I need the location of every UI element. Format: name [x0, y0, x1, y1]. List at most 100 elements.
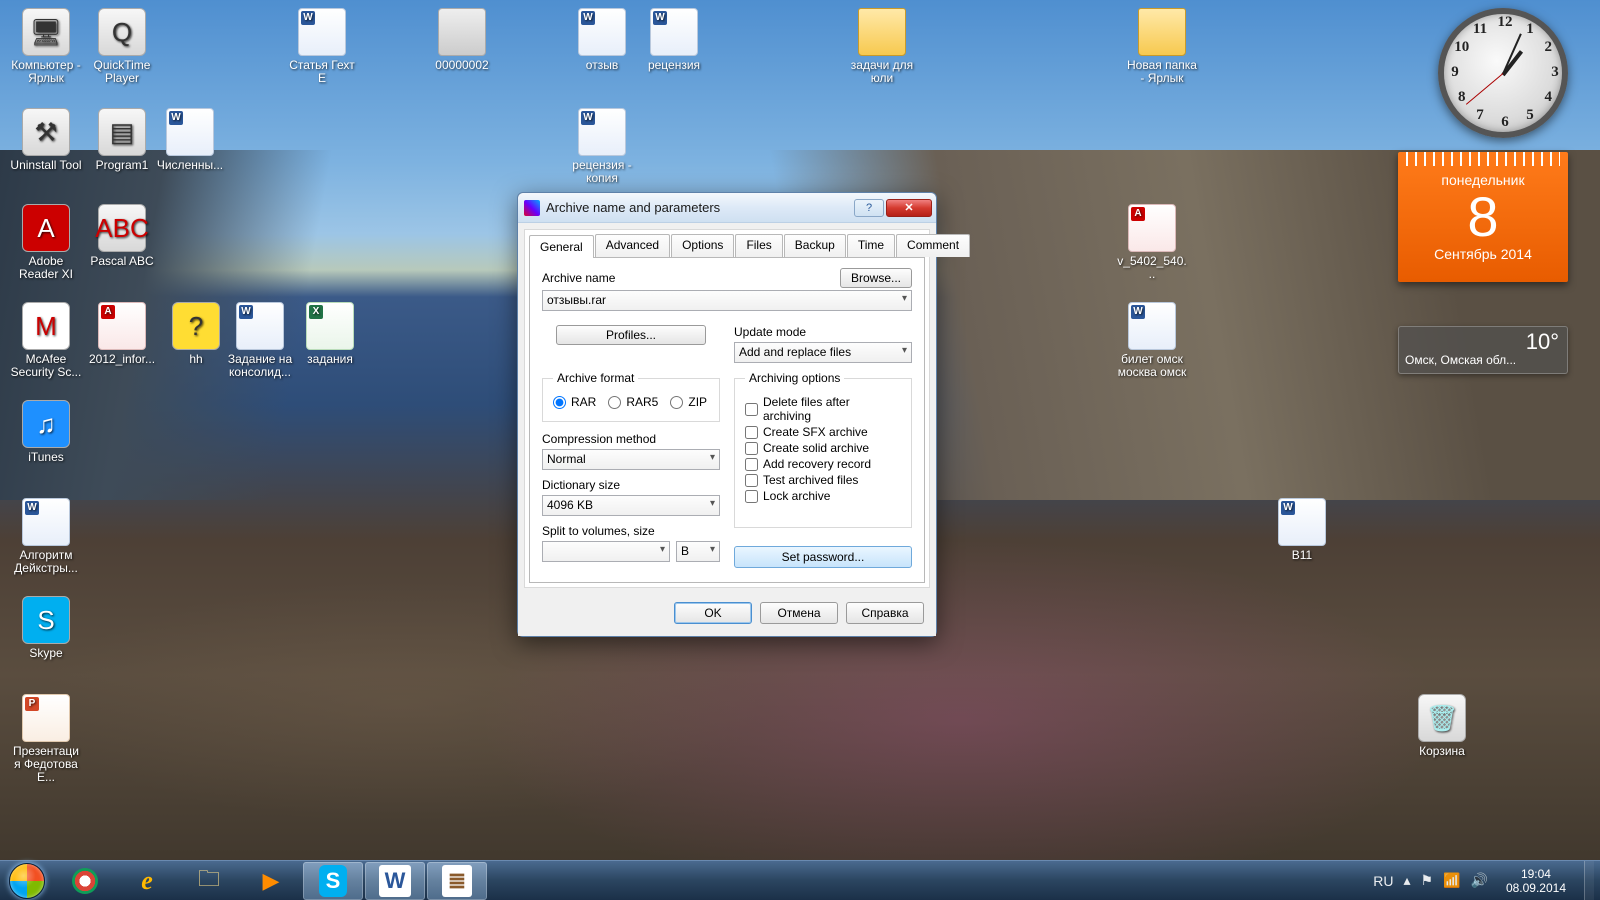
- icon-label: билет омск москва омск: [1114, 352, 1190, 380]
- wmp-icon: ▶: [263, 868, 280, 894]
- app-icon: ⚒: [22, 108, 70, 156]
- format-radio-zip[interactable]: ZIP: [670, 395, 707, 409]
- tray-clock[interactable]: 19:04 08.09.2014: [1498, 867, 1574, 895]
- show-desktop-button[interactable]: [1584, 861, 1594, 900]
- taskbar-wmp[interactable]: ▶: [241, 862, 301, 900]
- icon-label: Adobe Reader XI: [8, 254, 84, 282]
- desktop-icon[interactable]: ABCPascal ABC: [84, 204, 160, 269]
- clock-gadget[interactable]: 121234567891011: [1438, 8, 1568, 138]
- tab-advanced[interactable]: Advanced: [595, 234, 670, 257]
- tab-files[interactable]: Files: [735, 234, 782, 257]
- format-radio-rar[interactable]: RAR: [553, 395, 596, 409]
- help-button[interactable]: ?: [854, 199, 884, 217]
- tab-time[interactable]: Time: [847, 234, 895, 257]
- folder-icon: [858, 8, 906, 56]
- taskbar-winrar[interactable]: ≣: [427, 862, 487, 900]
- desktop-icon[interactable]: задачи для юли: [844, 8, 920, 86]
- format-radio-rar5[interactable]: RAR5: [608, 395, 658, 409]
- start-button[interactable]: [0, 861, 54, 900]
- option-checkbox[interactable]: Add recovery record: [745, 457, 901, 471]
- split-label: Split to volumes, size: [542, 524, 720, 538]
- compression-select[interactable]: Normal: [542, 449, 720, 470]
- desktop-icon[interactable]: отзыв: [564, 8, 640, 73]
- desktop-icon[interactable]: 🖥Компьютер - Ярлык: [8, 8, 84, 86]
- desktop-icon[interactable]: AAdobe Reader XI: [8, 204, 84, 282]
- close-button[interactable]: ✕: [886, 199, 932, 217]
- windows-orb-icon: [9, 863, 45, 899]
- tray-chevron-icon[interactable]: ▴: [1403, 872, 1410, 889]
- taskbar-chrome[interactable]: [55, 862, 115, 900]
- desktop-icon[interactable]: Презентация Федотова Е...: [8, 694, 84, 785]
- pdf-icon: [98, 302, 146, 350]
- browse-button[interactable]: Browse...: [840, 268, 912, 288]
- desktop-icon[interactable]: билет омск москва омск: [1114, 302, 1190, 380]
- desktop-icon[interactable]: Статья Гехт Е: [284, 8, 360, 86]
- option-checkbox[interactable]: Test archived files: [745, 473, 901, 487]
- split-size-input[interactable]: [542, 541, 670, 562]
- skype-icon: S: [319, 865, 348, 897]
- desktop-icon[interactable]: B11: [1264, 498, 1340, 563]
- taskbar-skype[interactable]: S: [303, 862, 363, 900]
- tray-lang[interactable]: RU: [1373, 873, 1393, 889]
- doc-icon: [1278, 498, 1326, 546]
- taskbar-word[interactable]: W: [365, 862, 425, 900]
- desktop-icon[interactable]: 2012_infor...: [84, 302, 160, 367]
- taskbar-explorer[interactable]: 🗀: [179, 862, 239, 900]
- app-icon: ABC: [98, 204, 146, 252]
- split-unit-select[interactable]: B: [676, 541, 720, 562]
- archiving-options-group: Archiving options Delete files after arc…: [734, 371, 912, 528]
- tray-flag-icon[interactable]: ⚑: [1421, 872, 1434, 889]
- app-icon: M: [22, 302, 70, 350]
- desktop-icon[interactable]: QQuickTime Player: [84, 8, 160, 86]
- taskbar: e 🗀 ▶ SW ≣ RU ▴ ⚑ 📶 🔊 19:04 08.09.2014: [0, 860, 1600, 900]
- tab-comment[interactable]: Comment: [896, 234, 970, 257]
- tab-general[interactable]: General: [529, 235, 594, 258]
- weather-temp: 10°: [1526, 329, 1559, 355]
- tray-network-icon[interactable]: 📶: [1443, 872, 1460, 889]
- desktop-icon[interactable]: ▤Program1: [84, 108, 160, 173]
- option-checkbox[interactable]: Create solid archive: [745, 441, 901, 455]
- desktop-icon[interactable]: 00000002: [424, 8, 500, 73]
- word-icon: W: [379, 865, 412, 897]
- desktop-icon[interactable]: ⚒Uninstall Tool: [8, 108, 84, 173]
- cancel-button[interactable]: Отмена: [760, 602, 838, 624]
- tray-volume-icon[interactable]: 🔊: [1471, 872, 1488, 889]
- profiles-button[interactable]: Profiles...: [556, 325, 706, 345]
- desktop-icon[interactable]: задания: [292, 302, 368, 367]
- desktop-icon[interactable]: SSkype: [8, 596, 84, 661]
- desktop-icon[interactable]: Алгоритм Дейкстры...: [8, 498, 84, 576]
- desktop-icon[interactable]: рецензия: [636, 8, 712, 73]
- dictionary-select[interactable]: 4096 KB: [542, 495, 720, 516]
- ok-button[interactable]: OK: [674, 602, 752, 624]
- taskbar-ie[interactable]: e: [117, 862, 177, 900]
- doc-icon: [22, 498, 70, 546]
- option-checkbox[interactable]: Create SFX archive: [745, 425, 901, 439]
- update-mode-select[interactable]: Add and replace files: [734, 342, 912, 363]
- desktop-icon[interactable]: рецензия - копия: [564, 108, 640, 186]
- dialog-help-button[interactable]: Справка: [846, 602, 924, 624]
- system-tray: RU ▴ ⚑ 📶 🔊 19:04 08.09.2014: [1373, 861, 1600, 900]
- app-icon: ?: [172, 302, 220, 350]
- pdf-icon: [1128, 204, 1176, 252]
- archive-name-input[interactable]: отзывы.rar: [542, 290, 912, 311]
- desktop-icon[interactable]: v_5402_540...: [1114, 204, 1190, 282]
- desktop-icon[interactable]: Задание на консолид...: [222, 302, 298, 380]
- weather-gadget[interactable]: 10° Омск, Омская обл...: [1398, 326, 1568, 374]
- tab-options[interactable]: Options: [671, 234, 734, 257]
- dialog-titlebar[interactable]: Archive name and parameters ? ✕: [518, 193, 936, 223]
- desktop-icon[interactable]: MMcAfee Security Sc...: [8, 302, 84, 380]
- icon-label: рецензия - копия: [564, 158, 640, 186]
- calendar-gadget[interactable]: понедельник 8 Сентябрь 2014: [1398, 152, 1568, 282]
- ie-icon: e: [141, 866, 153, 896]
- set-password-button[interactable]: Set password...: [734, 546, 912, 568]
- desktop-icon[interactable]: ♫iTunes: [8, 400, 84, 465]
- desktop-icon[interactable]: Численны...: [152, 108, 228, 173]
- desktop-icon[interactable]: 🗑 Корзина: [1404, 694, 1480, 759]
- tab-backup[interactable]: Backup: [784, 234, 846, 257]
- app-icon: 🗑: [1418, 694, 1466, 742]
- option-checkbox[interactable]: Lock archive: [745, 489, 901, 503]
- option-checkbox[interactable]: Delete files after archiving: [745, 395, 901, 423]
- desktop-icon[interactable]: Новая папка - Ярлык: [1124, 8, 1200, 86]
- xls-icon: [306, 302, 354, 350]
- icon-label: Корзина: [1404, 744, 1480, 759]
